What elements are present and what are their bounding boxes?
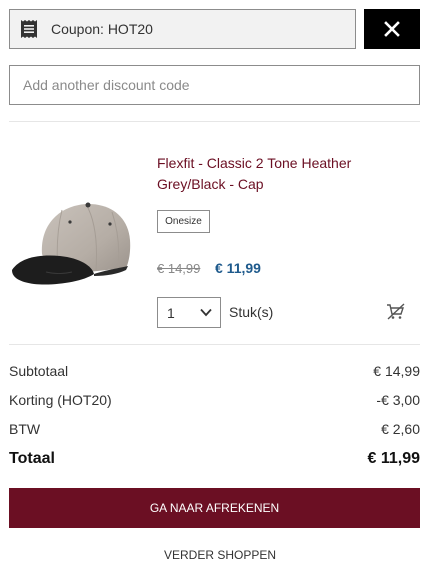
subtotal-value: € 14,99 xyxy=(373,363,420,379)
quantity-value: 1 xyxy=(167,304,175,321)
original-price: € 14,99 xyxy=(157,261,201,276)
applied-coupon: Coupon: HOT20 xyxy=(9,9,356,49)
total-value: € 11,99 xyxy=(367,450,421,467)
quantity-unit: Stuk(s) xyxy=(229,304,274,320)
coupon-label: Coupon: HOT20 xyxy=(51,21,153,37)
discount-label: Korting (HOT20) xyxy=(9,392,112,408)
checkout-button[interactable]: GA NAAR AFREKENEN xyxy=(9,488,420,528)
discount-value: -€ 3,00 xyxy=(376,392,420,408)
divider xyxy=(9,121,420,122)
cart-remove-icon[interactable] xyxy=(386,303,406,321)
divider xyxy=(9,344,420,345)
tax-value: € 2,60 xyxy=(381,421,420,437)
applied-coupon-row: Coupon: HOT20 xyxy=(9,9,420,49)
total-label: Totaal xyxy=(9,450,55,467)
remove-coupon-button[interactable] xyxy=(364,9,420,49)
discount-code-input[interactable] xyxy=(9,65,420,105)
size-badge: Onesize xyxy=(157,210,210,233)
chevron-down-icon xyxy=(200,308,212,317)
continue-shopping-link[interactable]: VERDER SHOPPEN xyxy=(0,548,440,562)
receipt-icon xyxy=(21,20,37,38)
subtotal-label: Subtotaal xyxy=(9,363,69,379)
product-title[interactable]: Flexfit - Classic 2 Tone Heather Grey/Bl… xyxy=(157,153,407,195)
product-image[interactable] xyxy=(10,196,138,290)
close-icon xyxy=(384,21,400,37)
discounted-price: € 11,99 xyxy=(215,260,261,276)
tax-label: BTW xyxy=(9,421,41,437)
quantity-select[interactable]: 1 xyxy=(157,297,221,328)
